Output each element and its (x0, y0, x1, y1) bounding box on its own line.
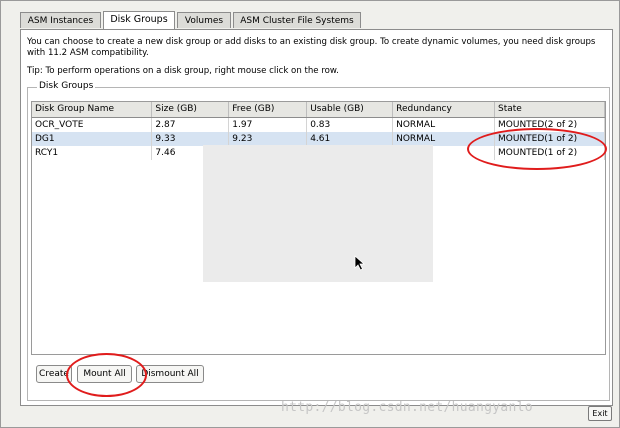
intro-text: You can choose to create a new disk grou… (27, 37, 596, 58)
tab-volumes[interactable]: Volumes (177, 12, 231, 28)
annotation-circle-state (467, 128, 607, 170)
column-header-state[interactable]: State (494, 102, 605, 118)
cell-name: OCR_VOTE (32, 117, 153, 132)
cell-name: DG1 (32, 131, 153, 146)
group-label: Disk Groups (37, 81, 96, 91)
exit-button[interactable]: Exit (588, 406, 612, 421)
cell-name: RCY1 (32, 145, 153, 160)
annotation-circle-mount-all (66, 353, 147, 397)
cell-usable: 0.83 (306, 117, 394, 132)
tab-asm-instances[interactable]: ASM Instances (20, 12, 101, 28)
cell-free: 9.23 (228, 131, 308, 146)
mouse-cursor-icon (354, 255, 366, 271)
tip-text: Tip: To perform operations on a disk gro… (27, 66, 339, 76)
loading-overlay (203, 145, 433, 282)
cell-size: 9.33 (151, 131, 230, 146)
column-header-size[interactable]: Size (GB) (151, 102, 230, 118)
column-header-free[interactable]: Free (GB) (228, 102, 308, 118)
column-header-redundancy[interactable]: Redundancy (392, 102, 496, 118)
cell-usable: 4.61 (306, 131, 394, 146)
table-header: Disk Group Name Size (GB) Free (GB) Usab… (32, 102, 605, 118)
cell-size: 2.87 (151, 117, 230, 132)
tab-asm-cluster-file-systems[interactable]: ASM Cluster File Systems (233, 12, 361, 28)
watermark: http://blog.csdn.net/huangyanlo (281, 400, 533, 415)
column-header-usable[interactable]: Usable (GB) (306, 102, 394, 118)
column-header-name[interactable]: Disk Group Name (32, 102, 153, 118)
cell-free: 1.97 (228, 117, 308, 132)
cell-redundancy: NORMAL (392, 117, 496, 132)
tab-disk-groups[interactable]: Disk Groups (103, 11, 175, 29)
